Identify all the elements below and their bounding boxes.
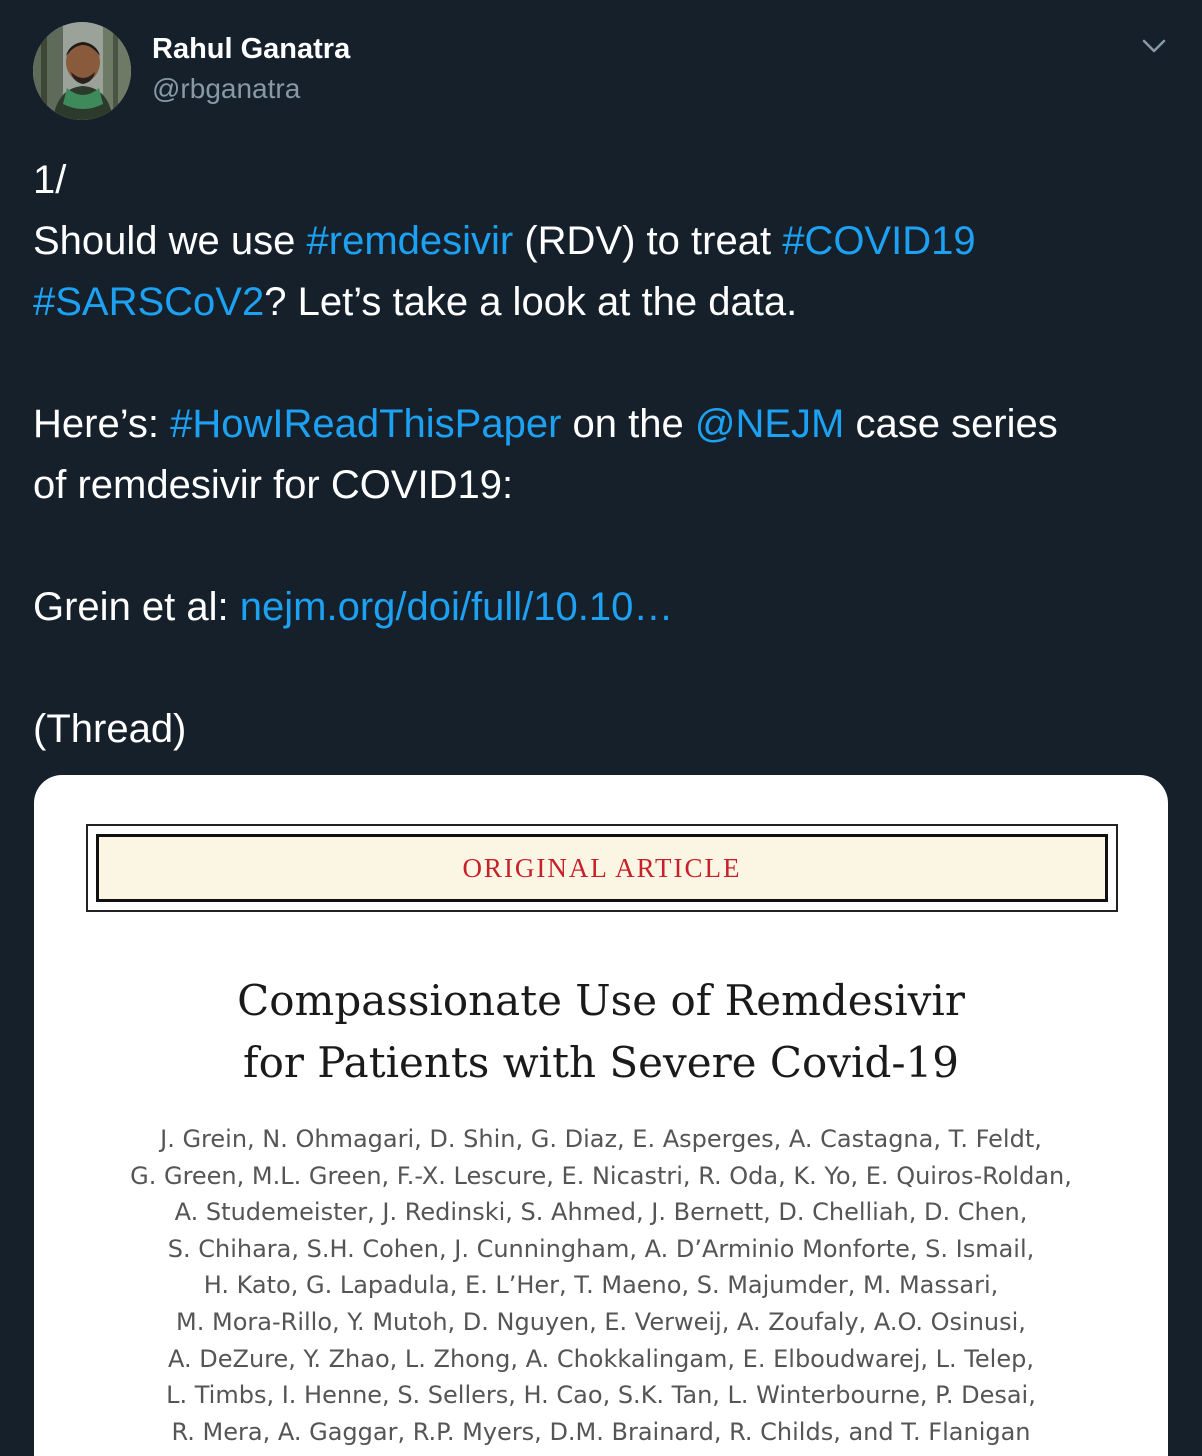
text-segment: Here’s: xyxy=(33,402,171,446)
tweet-text: 1/ Should we use #remdesivir (RDV) to tr… xyxy=(33,150,1173,760)
article-title-line: for Patients with Severe Covid-19 xyxy=(243,1038,959,1087)
article-type-label: ORIGINAL ARTICLE xyxy=(462,852,742,883)
tweet-line: of remdesivir for COVID19: xyxy=(33,455,1173,516)
article-authors: J. Grein, N. Ohmagari, D. Shin, G. Diaz,… xyxy=(34,1121,1168,1450)
text-segment: ? Let’s take a look at the data. xyxy=(264,280,798,324)
display-name[interactable]: Rahul Ganatra xyxy=(152,33,350,66)
user-handle[interactable]: @rbganatra xyxy=(152,73,300,105)
author-line: H. Kato, G. Lapadula, E. L’Her, T. Maeno… xyxy=(203,1271,999,1300)
chevron-down-icon[interactable] xyxy=(1138,30,1170,62)
author-line: L. Timbs, I. Henne, S. Sellers, H. Cao, … xyxy=(166,1381,1036,1410)
text-segment: (Thread) xyxy=(33,707,187,751)
text-segment: on the xyxy=(561,402,695,446)
tweet-line: 1/ xyxy=(33,150,1173,211)
article-title-line: Compassionate Use of Remdesivir xyxy=(237,976,965,1025)
author-line: A. Studemeister, J. Redinski, S. Ahmed, … xyxy=(174,1198,1028,1227)
tweet: Rahul Ganatra @rbganatra 1/ Should we us… xyxy=(0,0,1202,1456)
hashtag-howireadthispaper[interactable]: #HowIReadThisPaper xyxy=(170,402,561,446)
text-segment: case series xyxy=(844,402,1058,446)
text-segment: (RDV) to treat xyxy=(513,219,783,263)
tweet-line: Should we use #remdesivir (RDV) to treat… xyxy=(33,211,1173,272)
hashtag-sarscov2[interactable]: #SARSCoV2 xyxy=(33,280,264,324)
author-line: A. DeZure, Y. Zhao, L. Zhong, A. Chokkal… xyxy=(168,1344,1034,1373)
mention-nejm[interactable]: @NEJM xyxy=(695,402,845,446)
text-segment: Grein et al: xyxy=(33,585,240,629)
article-link[interactable]: nejm.org/doi/full/10.10… xyxy=(240,585,674,629)
article-title: Compassionate Use of Remdesivir for Pati… xyxy=(34,970,1168,1094)
text-segment: Should we use xyxy=(33,219,307,263)
avatar-photo xyxy=(33,22,131,120)
hashtag-covid19[interactable]: #COVID19 xyxy=(782,219,975,263)
author-line: J. Grein, N. Ohmagari, D. Shin, G. Diaz,… xyxy=(160,1125,1042,1153)
author-line: G. Green, M.L. Green, F.-X. Lescure, E. … xyxy=(130,1161,1072,1190)
tweet-line: (Thread) xyxy=(33,699,1173,760)
hashtag-remdesivir[interactable]: #remdesivir xyxy=(307,219,514,263)
avatar[interactable] xyxy=(33,22,131,120)
article-banner: ORIGINAL ARTICLE xyxy=(86,824,1118,912)
author-line: S. Chihara, S.H. Cohen, J. Cunningham, A… xyxy=(167,1234,1035,1263)
author-line: R. Mera, A. Gaggar, R.P. Myers, D.M. Bra… xyxy=(171,1417,1031,1446)
media-image-card[interactable]: ORIGINAL ARTICLE Compassionate Use of Re… xyxy=(34,775,1168,1456)
article-banner-inner: ORIGINAL ARTICLE xyxy=(96,834,1108,902)
tweet-line: Grein et al: nejm.org/doi/full/10.10… xyxy=(33,577,1173,638)
author-line: M. Mora-Rillo, Y. Mutoh, D. Nguyen, E. V… xyxy=(176,1307,1026,1336)
tweet-line: #SARSCoV2? Let’s take a look at the data… xyxy=(33,272,1173,333)
thread-index: 1/ xyxy=(33,158,67,202)
tweet-line: Here’s: #HowIReadThisPaper on the @NEJM … xyxy=(33,394,1173,455)
text-segment: of remdesivir for COVID19: xyxy=(33,463,514,507)
